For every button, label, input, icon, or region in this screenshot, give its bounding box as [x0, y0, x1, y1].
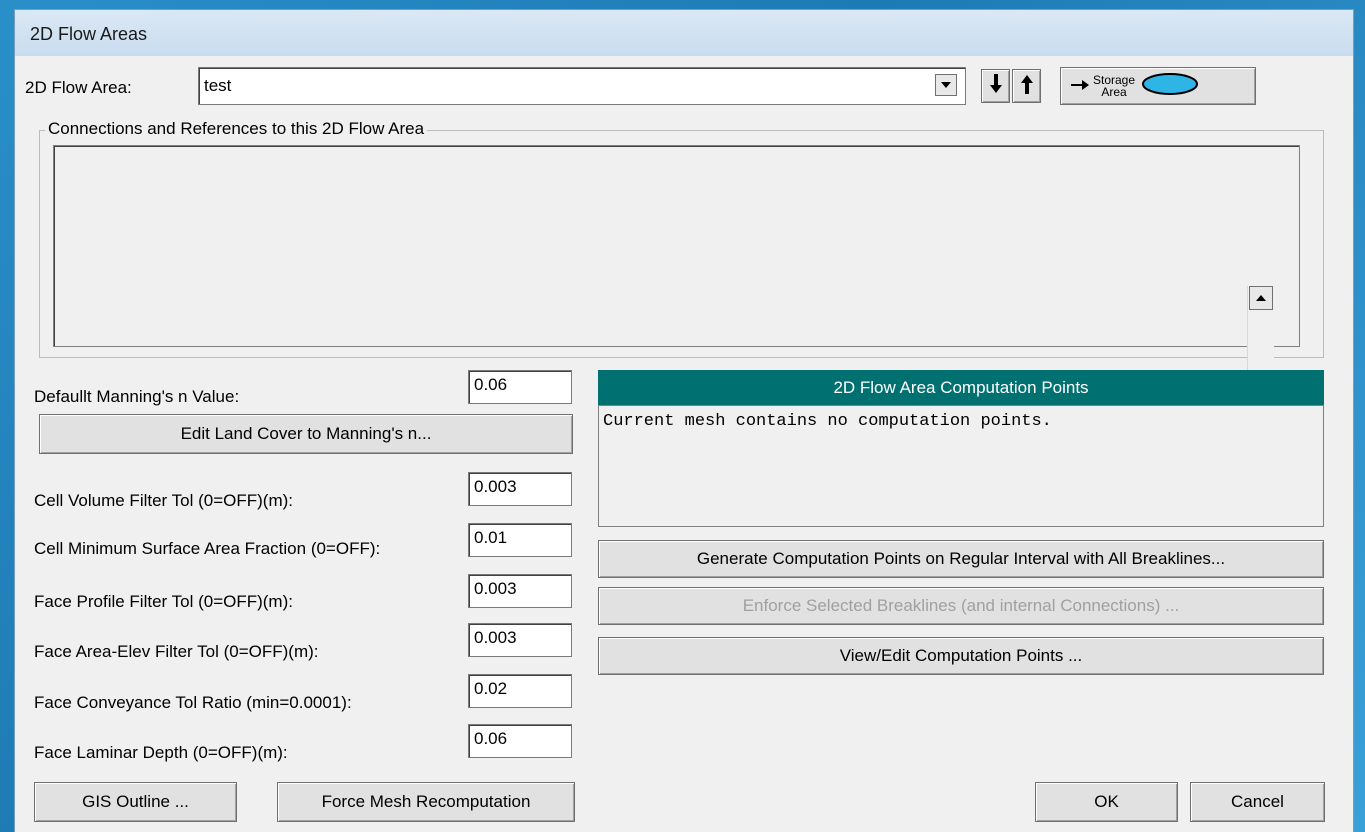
edit-land-cover-button[interactable]: Edit Land Cover to Manning's n... [39, 414, 573, 454]
arrow-down-icon [989, 73, 1002, 99]
storage-area-icon [1141, 72, 1199, 101]
move-up-button[interactable] [1012, 69, 1041, 103]
computation-points-header: 2D Flow Area Computation Points [598, 370, 1324, 405]
mannings-label: Defaullt Manning's n Value: [34, 387, 240, 406]
cell-volume-input[interactable]: 0.003 [468, 472, 572, 506]
title-bar: 2D Flow Areas [15, 10, 1353, 56]
move-down-button[interactable] [981, 69, 1010, 103]
flow-area-select[interactable]: test [198, 67, 966, 105]
view-edit-points-button[interactable]: View/Edit Computation Points ... [598, 637, 1324, 675]
ok-button[interactable]: OK [1035, 782, 1178, 822]
cell-min-surface-input[interactable]: 0.01 [468, 523, 572, 557]
force-mesh-button[interactable]: Force Mesh Recomputation [277, 782, 575, 822]
gis-outline-button[interactable]: GIS Outline ... [34, 782, 237, 822]
connections-group-title: Connections and References to this 2D Fl… [45, 119, 428, 139]
face-area-elev-input[interactable]: 0.003 [468, 623, 572, 657]
connections-list[interactable] [53, 145, 1300, 478]
face-conveyance-label: Face Conveyance Tol Ratio (min=0.0001): [34, 693, 352, 712]
cancel-button[interactable]: Cancel [1190, 782, 1325, 822]
enforce-breaklines-button[interactable]: Enforce Selected Breaklines (and interna… [598, 587, 1324, 625]
face-profile-input[interactable]: 0.003 [468, 574, 572, 608]
flow-area-value: test [204, 76, 232, 95]
face-laminar-input[interactable]: 0.06 [468, 724, 572, 758]
window-title: 2D Flow Areas [30, 24, 148, 44]
dialog-window: 2D Flow Areas 2D Flow Area: test Storage… [15, 10, 1353, 832]
storage-area-label: Storage Area [1093, 73, 1136, 99]
face-conveyance-input[interactable]: 0.02 [468, 674, 572, 708]
face-area-elev-label: Face Area-Elev Filter Tol (0=OFF)(m): [34, 642, 319, 661]
face-profile-label: Face Profile Filter Tol (0=OFF)(m): [34, 592, 293, 611]
computation-points-message: Current mesh contains no computation poi… [598, 405, 1324, 527]
cell-volume-label: Cell Volume Filter Tol (0=OFF)(m): [34, 491, 293, 510]
flow-area-label: 2D Flow Area: [25, 78, 132, 97]
cell-min-surface-label: Cell Minimum Surface Area Fraction (0=OF… [34, 539, 381, 558]
arrow-up-icon [1020, 74, 1033, 99]
storage-area-button[interactable]: Storage Area [1060, 67, 1256, 105]
scroll-up-icon[interactable] [1249, 286, 1273, 310]
face-laminar-label: Face Laminar Depth (0=OFF)(m): [34, 743, 288, 762]
arrow-right-icon [1071, 76, 1089, 96]
generate-points-button[interactable]: Generate Computation Points on Regular I… [598, 540, 1324, 578]
chevron-down-icon[interactable] [935, 74, 957, 96]
mannings-input[interactable]: 0.06 [468, 370, 572, 404]
